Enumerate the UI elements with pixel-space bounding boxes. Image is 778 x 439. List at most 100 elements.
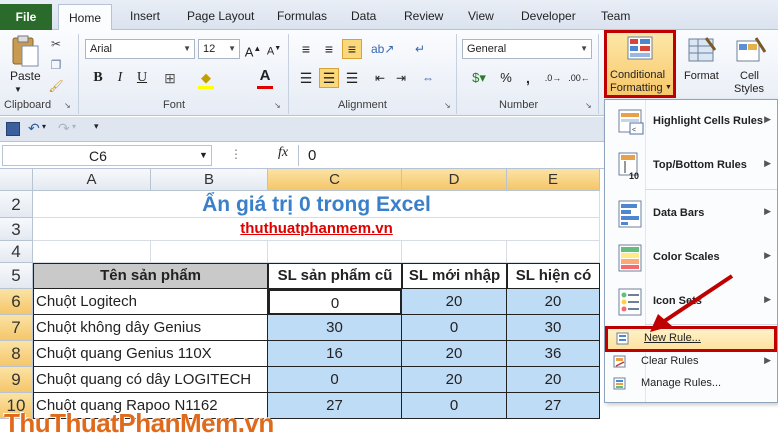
merged-title-cell[interactable]: Ẩn giá trị 0 trong Excel: [33, 191, 600, 218]
row-header-3[interactable]: 3: [0, 218, 33, 241]
merge-center-icon[interactable]: ⇔: [418, 68, 438, 88]
cell-c4[interactable]: [268, 241, 402, 263]
align-top-icon[interactable]: ≡: [296, 39, 316, 59]
table-row-new-qty[interactable]: 20: [402, 367, 507, 393]
redo-dropdown-icon[interactable]: ▾: [72, 122, 76, 131]
table-row-old-qty[interactable]: 30: [268, 315, 402, 341]
comma-style-icon[interactable]: ,: [518, 68, 538, 88]
column-header-e[interactable]: E: [507, 169, 600, 191]
cell-e4[interactable]: [507, 241, 600, 263]
sheet-link[interactable]: thuthuatphanmem.vn: [33, 220, 599, 237]
fill-color-icon[interactable]: ◆: [196, 68, 216, 88]
menu-item-highlight-cells-rules[interactable]: < Highlight Cells Rules ▶: [605, 100, 777, 144]
number-launcher-icon[interactable]: ↘: [585, 101, 592, 110]
table-row-old-qty[interactable]: 0: [268, 367, 402, 393]
align-right-icon[interactable]: ☰: [342, 68, 362, 88]
table-header-new-qty[interactable]: SL mới nhập: [402, 263, 507, 289]
menu-item-clear-rules[interactable]: Clear Rules ▶: [605, 351, 777, 373]
tab-formulas[interactable]: Formulas: [277, 9, 327, 23]
table-row-old-qty[interactable]: 27: [268, 393, 402, 419]
tab-view[interactable]: View: [468, 9, 494, 23]
tab-insert[interactable]: Insert: [130, 9, 160, 23]
row-header-2[interactable]: 2: [0, 191, 33, 218]
undo-dropdown-icon[interactable]: ▾: [42, 122, 46, 131]
increase-indent-icon[interactable]: ⇥: [391, 68, 411, 88]
select-all-corner[interactable]: [0, 169, 33, 191]
borders-icon[interactable]: ⊞: [160, 68, 180, 88]
clipboard-launcher-icon[interactable]: ↘: [64, 101, 71, 110]
row-header-9[interactable]: 9: [0, 367, 33, 393]
tab-team[interactable]: Team: [601, 9, 630, 23]
redo-icon[interactable]: ↷: [58, 120, 70, 137]
table-row-product[interactable]: Chuột quang Genius 110X: [33, 341, 268, 367]
table-header-old-qty[interactable]: SL sản phẩm cũ: [268, 263, 402, 289]
name-box[interactable]: C6 ▼: [2, 145, 212, 166]
table-row-new-qty[interactable]: 0: [402, 315, 507, 341]
table-row-new-qty[interactable]: 0: [402, 393, 507, 419]
font-color-icon[interactable]: A: [255, 66, 275, 86]
row-header-4[interactable]: 4: [0, 241, 33, 263]
row-header-8[interactable]: 8: [0, 341, 33, 367]
align-middle-icon[interactable]: ≡: [319, 39, 339, 59]
tab-home[interactable]: Home: [58, 4, 112, 31]
grow-font-icon[interactable]: A▲: [243, 39, 263, 59]
table-row-product[interactable]: Chuột quang có dây LOGITECH: [33, 367, 268, 393]
cut-icon[interactable]: ✂: [46, 34, 66, 54]
insert-function-icon[interactable]: fx: [278, 145, 288, 161]
cell-b4[interactable]: [151, 241, 268, 263]
worksheet-grid[interactable]: A B C D E 2 3 4 5 6 7 8 9 10 Ẩn giá trị …: [0, 169, 600, 437]
column-header-d[interactable]: D: [402, 169, 507, 191]
underline-icon[interactable]: U: [132, 68, 152, 88]
column-header-c[interactable]: C: [268, 169, 402, 191]
table-row-product[interactable]: Chuột Logitech: [33, 289, 268, 315]
menu-item-manage-rules[interactable]: Manage Rules...: [605, 373, 777, 395]
percent-icon[interactable]: %: [496, 68, 516, 88]
merged-link-cell[interactable]: thuthuatphanmem.vn: [33, 218, 600, 241]
wrap-text-icon[interactable]: ↵: [410, 39, 430, 59]
align-left-icon[interactable]: ☰: [296, 68, 316, 88]
table-header-current-qty[interactable]: SL hiện có: [507, 263, 600, 289]
italic-icon[interactable]: I: [110, 68, 130, 88]
row-header-7[interactable]: 7: [0, 315, 33, 341]
tab-file[interactable]: File: [0, 4, 52, 30]
increase-decimal-icon[interactable]: .0→: [541, 68, 565, 88]
table-row-product[interactable]: Chuột không dây Genius: [33, 315, 268, 341]
row-header-6[interactable]: 6: [0, 289, 33, 315]
table-row-current-qty[interactable]: 30: [507, 315, 600, 341]
cell-styles-button[interactable]: Cell Styles: [730, 34, 774, 98]
align-bottom-icon[interactable]: ≡: [342, 39, 362, 59]
table-row-new-qty[interactable]: 20: [402, 289, 507, 315]
cell-a4[interactable]: [33, 241, 151, 263]
format-as-table-button[interactable]: Format: [680, 34, 724, 98]
tab-developer[interactable]: Developer: [521, 9, 576, 23]
cell-d4[interactable]: [402, 241, 507, 263]
decrease-indent-icon[interactable]: ⇤: [370, 68, 390, 88]
number-format-combo[interactable]: General ▼: [462, 39, 592, 59]
paste-button[interactable]: Paste: [10, 69, 41, 83]
copy-icon[interactable]: ❐: [46, 55, 66, 75]
align-center-icon[interactable]: ☰: [319, 68, 339, 88]
font-launcher-icon[interactable]: ↘: [274, 101, 281, 110]
table-row-current-qty[interactable]: 27: [507, 393, 600, 419]
column-header-a[interactable]: A: [33, 169, 151, 191]
customize-qat-icon[interactable]: ▾: [94, 121, 99, 132]
font-name-combo[interactable]: Arial ▼: [85, 39, 195, 59]
conditional-formatting-button[interactable]: Conditional Formatting ▼: [604, 30, 676, 98]
table-header-product[interactable]: Tên sản phẩm: [33, 263, 268, 289]
orientation-icon[interactable]: ab↗: [370, 39, 394, 59]
paste-icon[interactable]: [8, 34, 42, 68]
alignment-launcher-icon[interactable]: ↘: [444, 101, 451, 110]
format-painter-icon[interactable]: 🖌: [46, 76, 66, 96]
table-row-new-qty[interactable]: 20: [402, 341, 507, 367]
paste-dropdown-icon[interactable]: ▼: [14, 85, 22, 94]
currency-icon[interactable]: $▾: [466, 68, 492, 88]
decrease-decimal-icon[interactable]: .00←: [567, 68, 591, 88]
font-size-combo[interactable]: 12 ▼: [198, 39, 240, 59]
bold-icon[interactable]: B: [88, 68, 108, 88]
save-icon[interactable]: [6, 122, 20, 136]
menu-item-data-bars[interactable]: Data Bars ▶: [605, 192, 777, 236]
table-row-current-qty[interactable]: 20: [507, 367, 600, 393]
table-row-old-qty[interactable]: 16: [268, 341, 402, 367]
shrink-font-icon[interactable]: A▼: [264, 39, 284, 59]
undo-icon[interactable]: ↶: [28, 120, 40, 137]
